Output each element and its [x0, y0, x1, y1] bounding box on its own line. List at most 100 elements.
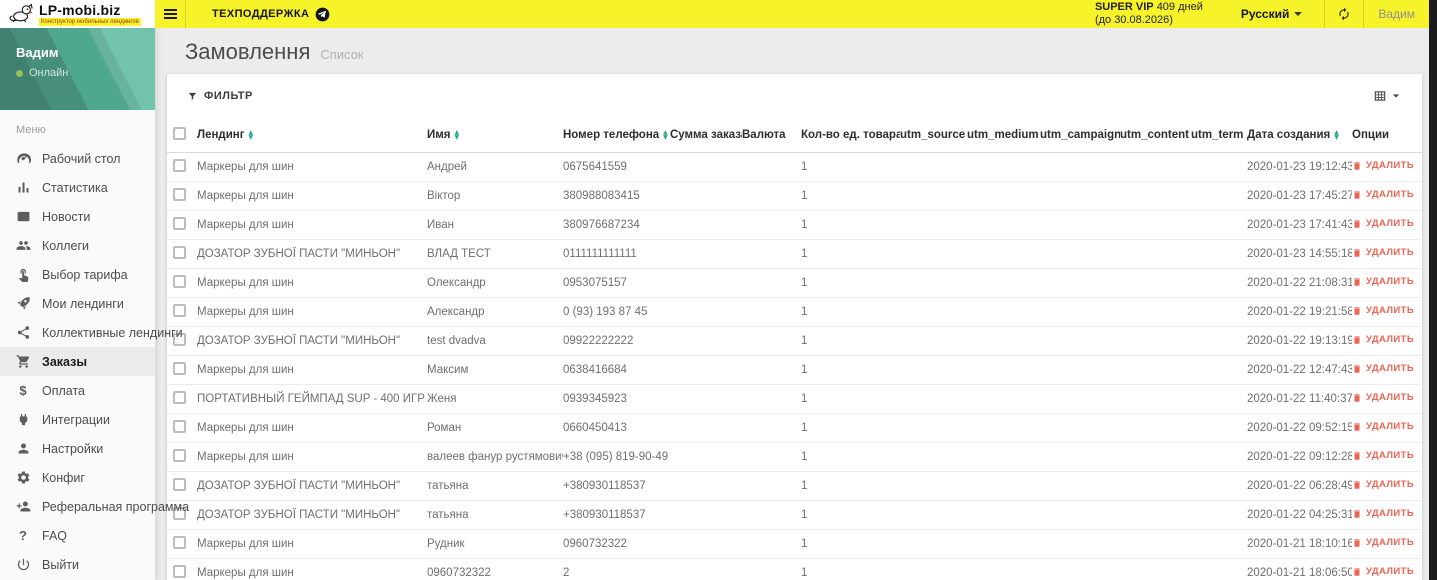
- sidebar-item-label: Выйти: [42, 557, 80, 572]
- delete-button[interactable]: УДАЛИТЬ: [1352, 305, 1414, 316]
- sidebar-item-settings[interactable]: Настройки: [0, 434, 155, 463]
- cell-landing: Маркеры для шин: [197, 181, 427, 211]
- sidebar-item-logout[interactable]: Выйти: [0, 550, 155, 579]
- cell-currency: [742, 355, 801, 385]
- sidebar-item-label: FAQ: [42, 528, 68, 543]
- cell-sum: [670, 239, 742, 269]
- row-checkbox[interactable]: [173, 391, 186, 404]
- cell-phone: 2: [563, 558, 670, 580]
- sidebar-item-tariff[interactable]: Выбор тарифа: [0, 260, 155, 289]
- sidebar-item-orders[interactable]: Заказы: [0, 347, 155, 376]
- filter-button[interactable]: ФИЛЬТР: [187, 90, 253, 102]
- sidebar-item-config[interactable]: Конфиг: [0, 463, 155, 492]
- table-header-row: Лендинг ▲ ▼ Имя ▲ ▼ Номер телефона ▲ ▼ Сумма зака…: [167, 118, 1422, 153]
- sort-icon[interactable]: ▲ ▼: [454, 129, 459, 140]
- sidebar-item-referral[interactable]: Реферальная программа: [0, 492, 189, 521]
- cell-sum: [670, 210, 742, 240]
- row-checkbox[interactable]: [173, 362, 186, 375]
- delete-button[interactable]: УДАЛИТЬ: [1352, 537, 1414, 548]
- cell-created: 2020-01-22 19:13:19: [1247, 326, 1352, 356]
- cell-currency: [742, 152, 801, 182]
- cell-phone: 09922222222: [563, 326, 670, 356]
- refresh-button[interactable]: [1325, 0, 1363, 28]
- page-scrollbar[interactable]: [1429, 0, 1437, 580]
- column-header-utm_campaign: utm_campaign: [1040, 118, 1120, 153]
- column-header-created[interactable]: Дата создания ▲ ▼: [1247, 118, 1352, 153]
- delete-button[interactable]: УДАЛИТЬ: [1352, 479, 1414, 490]
- sidebar-item-label: Мои лендинги: [42, 296, 124, 311]
- topbar-username[interactable]: Вадим: [1364, 7, 1429, 21]
- row-checkbox[interactable]: [173, 304, 186, 317]
- sidebar-item-label: Коллективные лендинги: [42, 325, 183, 340]
- power-icon: [15, 557, 31, 573]
- cell-currency: [742, 413, 801, 443]
- delete-button[interactable]: УДАЛИТЬ: [1352, 160, 1414, 171]
- cell-created: 2020-01-22 06:28:49: [1247, 471, 1352, 501]
- cell-utm-medium: [967, 529, 1040, 559]
- cell-utm-medium: [967, 239, 1040, 269]
- cell-utm-medium: [967, 210, 1040, 240]
- table-row: Маркеры для шин Александр 0 (93) 193 87 …: [167, 297, 1422, 327]
- sidebar-item-integrations[interactable]: Интеграции: [0, 405, 155, 434]
- sidebar-item-colleagues[interactable]: Коллеги: [0, 231, 155, 260]
- delete-button[interactable]: УДАЛИТЬ: [1352, 247, 1414, 258]
- cell-landing: Маркеры для шин: [197, 152, 427, 182]
- sidebar-item-dashboard[interactable]: Рабочий стол: [0, 144, 155, 173]
- row-checkbox[interactable]: [173, 217, 186, 230]
- sort-icon[interactable]: ▲ ▼: [663, 129, 668, 140]
- share-icon: [15, 325, 31, 341]
- column-visibility-button[interactable]: [1373, 89, 1400, 103]
- row-checkbox[interactable]: [173, 159, 186, 172]
- cell-sum: [670, 471, 742, 501]
- select-all-checkbox[interactable]: [173, 127, 186, 140]
- column-header-phone[interactable]: Номер телефона ▲ ▼: [563, 118, 670, 153]
- sort-icon[interactable]: ▲ ▼: [249, 129, 254, 140]
- sidebar-item-payment[interactable]: $ Оплата: [0, 376, 155, 405]
- trash-icon: [1354, 365, 1360, 373]
- support-button[interactable]: ТЕХПОДДЕРЖКА: [212, 7, 330, 22]
- sidebar-item-label: Коллеги: [42, 238, 90, 253]
- row-checkbox[interactable]: [173, 246, 186, 259]
- table-row: ДОЗАТОР ЗУБНОЇ ПАСТИ "МИНЬОН" ВЛАД ТЕСТ …: [167, 239, 1422, 269]
- sort-icon[interactable]: ▲ ▼: [1334, 129, 1339, 140]
- telegram-icon: [315, 7, 330, 22]
- row-checkbox[interactable]: [173, 536, 186, 549]
- cell-sum: [670, 500, 742, 530]
- delete-button[interactable]: УДАЛИТЬ: [1352, 189, 1414, 200]
- delete-button[interactable]: УДАЛИТЬ: [1352, 450, 1414, 461]
- row-checkbox[interactable]: [173, 478, 186, 491]
- row-checkbox[interactable]: [173, 188, 186, 201]
- row-checkbox[interactable]: [173, 275, 186, 288]
- cell-qty: 1: [801, 297, 900, 327]
- cell-name: татьяна: [427, 471, 563, 501]
- column-header-landing[interactable]: Лендинг ▲ ▼: [197, 118, 427, 153]
- cell-landing: Маркеры для шин: [197, 210, 427, 240]
- row-checkbox[interactable]: [173, 449, 186, 462]
- row-checkbox[interactable]: [173, 565, 186, 578]
- sidebar-item-news[interactable]: Новости: [0, 202, 155, 231]
- delete-button[interactable]: УДАЛИТЬ: [1352, 421, 1414, 432]
- delete-button[interactable]: УДАЛИТЬ: [1352, 276, 1414, 287]
- sidebar-item-faq[interactable]: ? FAQ: [0, 521, 155, 550]
- delete-button[interactable]: УДАЛИТЬ: [1352, 508, 1414, 519]
- cell-utm-source: [900, 529, 967, 559]
- cell-phone: +380930118537: [563, 471, 670, 501]
- delete-button[interactable]: УДАЛИТЬ: [1352, 392, 1414, 403]
- brand-logo[interactable]: LP-mobi.biz Конструктор мобильных лендин…: [0, 0, 155, 28]
- sidebar-item-collective-landings[interactable]: Коллективные лендинги: [0, 318, 183, 347]
- cell-utm-term: [1191, 268, 1247, 298]
- language-selector[interactable]: Русский: [1241, 7, 1303, 21]
- row-checkbox[interactable]: [173, 420, 186, 433]
- delete-button[interactable]: УДАЛИТЬ: [1352, 334, 1414, 345]
- delete-button[interactable]: УДАЛИТЬ: [1352, 566, 1414, 577]
- column-header-name[interactable]: Имя ▲ ▼: [427, 118, 563, 153]
- sidebar-item-my-landings[interactable]: Мои лендинги: [0, 289, 155, 318]
- page-header: Замовлення Список: [155, 28, 1429, 74]
- delete-button[interactable]: УДАЛИТЬ: [1352, 363, 1414, 374]
- hamburger-menu-icon[interactable]: [155, 0, 185, 28]
- plan-days: 409 дней: [1156, 1, 1203, 13]
- cell-utm-source: [900, 326, 967, 356]
- trash-icon: [1354, 568, 1360, 576]
- sidebar-item-statistics[interactable]: Статистика: [0, 173, 155, 202]
- delete-button[interactable]: УДАЛИТЬ: [1352, 218, 1414, 229]
